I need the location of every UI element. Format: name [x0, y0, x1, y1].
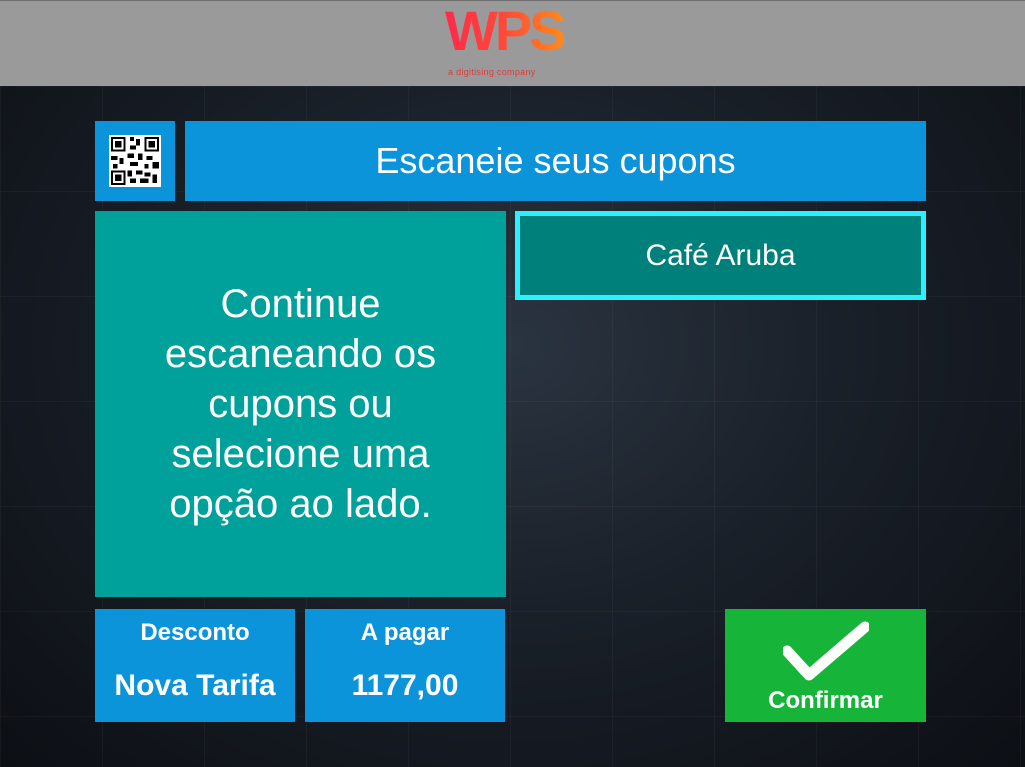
top-header-bar: WPS a digitising company: [0, 0, 1025, 86]
instruction-message: Continue escaneando os cupons ou selecio…: [95, 211, 506, 597]
checkmark-icon: [783, 621, 869, 681]
confirm-button[interactable]: Confirmar: [725, 609, 926, 722]
amount-due-label: A pagar: [360, 619, 450, 646]
page-title: Escaneie seus cupons: [185, 121, 926, 201]
wps-logo: WPS a digitising company: [445, 1, 585, 83]
qr-code-tile: [95, 121, 175, 201]
discount-label: Desconto: [140, 619, 250, 646]
option-cafe-aruba[interactable]: Café Aruba: [515, 211, 926, 300]
confirm-label: Confirmar: [768, 687, 883, 714]
logo-wordmark: WPS: [445, 0, 567, 62]
discount-value: Nova Tarifa: [114, 669, 276, 702]
logo-tagline: a digitising company: [448, 67, 536, 77]
discount-panel: Desconto Nova Tarifa: [95, 609, 295, 722]
amount-due-panel: A pagar 1177,00: [305, 609, 505, 722]
qr-code-icon: [109, 135, 161, 187]
amount-due-value: 1177,00: [351, 669, 459, 702]
